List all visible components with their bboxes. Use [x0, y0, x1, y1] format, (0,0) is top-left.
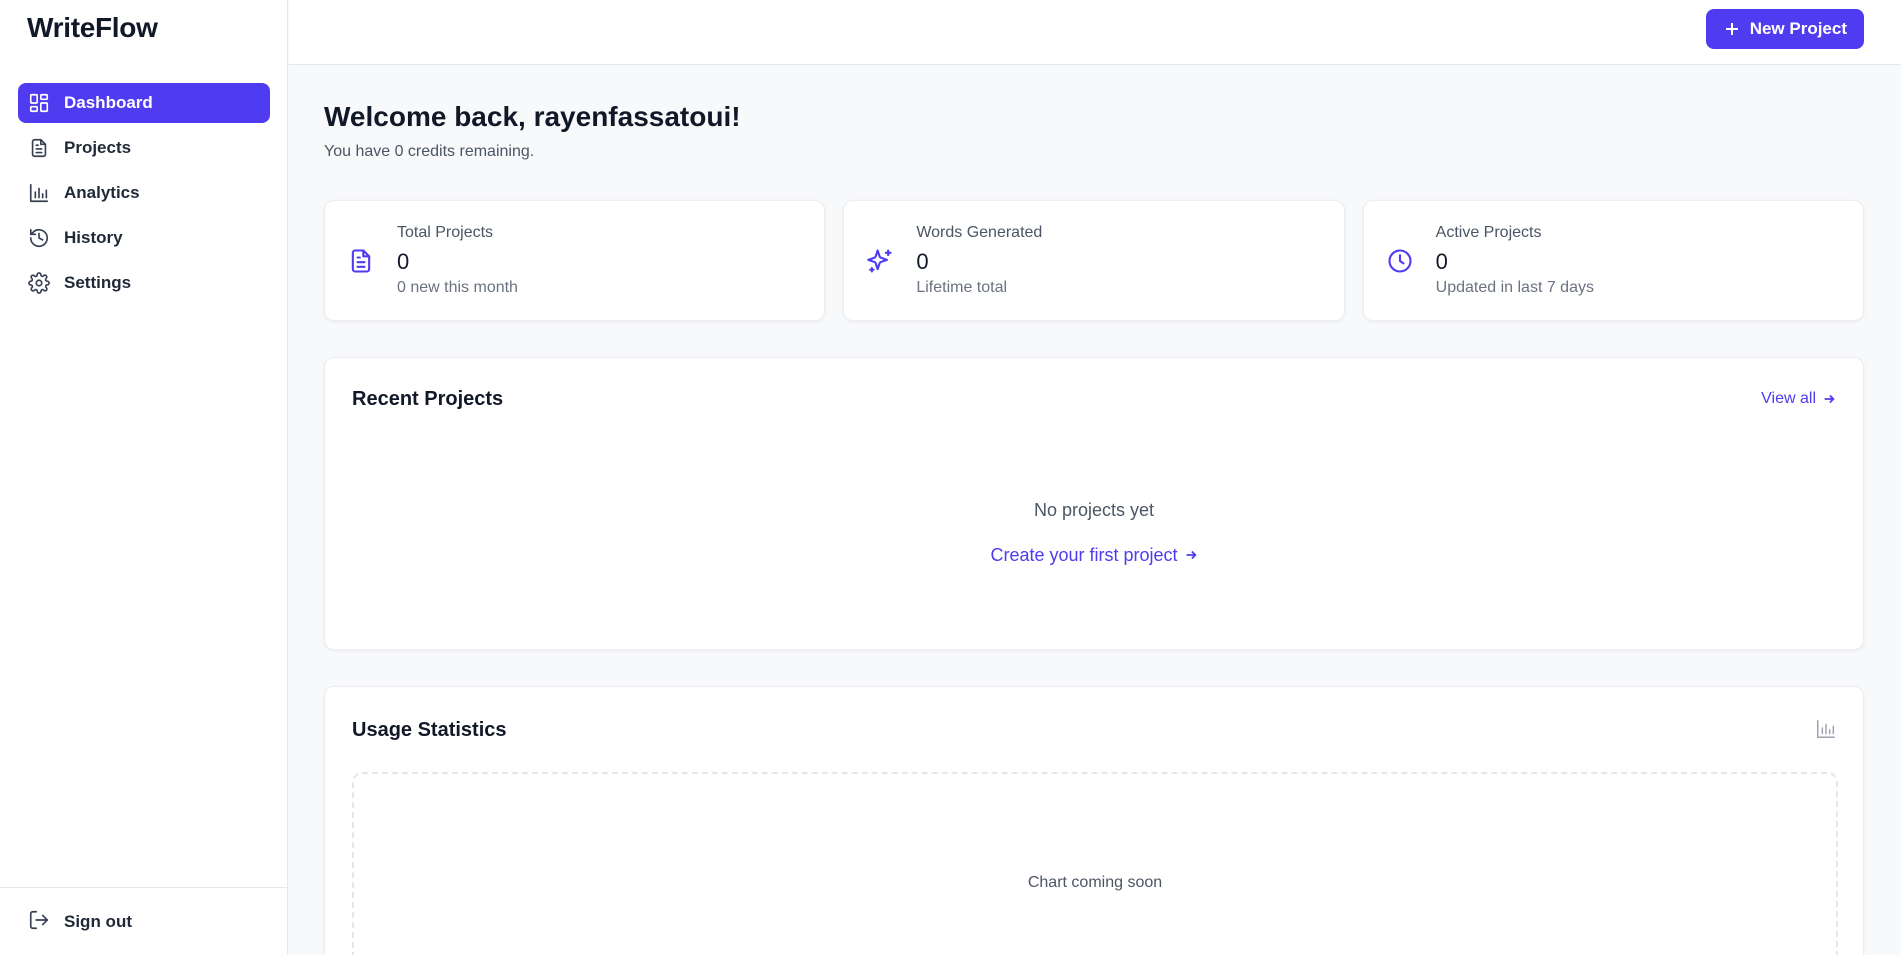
view-all-link[interactable]: View all	[1761, 390, 1836, 408]
sparkles-icon	[866, 247, 894, 275]
stat-label: Active Projects	[1435, 224, 1542, 241]
new-project-label: New Project	[1749, 19, 1847, 38]
sidebar-item-settings[interactable]: Settings	[18, 263, 270, 303]
bar-chart-icon	[28, 182, 50, 204]
gear-icon	[28, 272, 50, 294]
stat-card-active-projects: Active Projects 0 Updated in last 7 days	[1362, 200, 1864, 321]
sidebar-footer: Sign out	[0, 887, 288, 955]
sidebar-nav: Dashboard Projects Analytics History Set…	[18, 83, 270, 308]
chart-placeholder: Chart coming soon	[352, 772, 1838, 955]
sidebar-item-label: Settings	[64, 273, 132, 292]
bar-chart-icon	[1815, 718, 1837, 740]
page-title: Welcome back, rayenfassatoui!	[324, 101, 741, 132]
stat-value: 0	[916, 249, 929, 274]
sidebar-item-label: Analytics	[64, 183, 140, 202]
chart-placeholder-text: Chart coming soon	[1027, 874, 1163, 891]
sign-out-icon	[28, 909, 50, 936]
clock-icon	[1386, 247, 1414, 275]
sidebar-item-label: History	[64, 228, 123, 247]
topbar: New Project	[289, 0, 1901, 65]
arrow-right-icon	[1824, 394, 1835, 404]
create-first-project-label: Create your first project	[990, 545, 1178, 565]
stats-row: Total Projects 0 0 new this month Words …	[324, 200, 1864, 321]
stat-subtext: 0 new this month	[397, 279, 518, 296]
sidebar: WriteFlow Dashboard Projects Analytics H…	[0, 0, 288, 955]
sidebar-item-label: Projects	[64, 138, 132, 157]
sidebar-item-history[interactable]: History	[18, 218, 270, 258]
create-first-project-link[interactable]: Create your first project	[325, 545, 1863, 566]
document-icon	[347, 247, 375, 275]
stat-subtext: Lifetime total	[916, 279, 1008, 296]
dashboard-icon	[28, 92, 50, 114]
usage-statistics-panel: Usage Statistics Chart coming soon	[324, 686, 1864, 955]
stat-label: Words Generated	[916, 224, 1043, 241]
document-icon	[28, 137, 50, 159]
recent-projects-panel: Recent Projects View all No projects yet…	[324, 357, 1864, 650]
empty-state-text: No projects yet	[1033, 500, 1155, 520]
plus-icon	[1725, 23, 1738, 35]
stat-value: 0	[397, 249, 410, 274]
arrow-right-icon	[1186, 550, 1197, 560]
stat-value: 0	[1435, 249, 1448, 274]
recent-projects-title: Recent Projects	[352, 388, 504, 410]
new-project-button[interactable]: New Project	[1705, 9, 1864, 49]
view-all-label: View all	[1761, 390, 1816, 407]
sidebar-item-analytics[interactable]: Analytics	[18, 173, 270, 213]
sidebar-item-label: Dashboard	[64, 93, 153, 112]
sign-out-button[interactable]: Sign out	[28, 904, 132, 940]
sidebar-item-dashboard[interactable]: Dashboard	[18, 83, 270, 123]
history-icon	[28, 227, 50, 249]
brand-logo[interactable]: WriteFlow	[27, 12, 158, 44]
stat-subtext: Updated in last 7 days	[1435, 279, 1594, 296]
credits-text: You have 0 credits remaining.	[324, 143, 535, 160]
sign-out-label: Sign out	[64, 912, 132, 931]
stat-card-total-projects: Total Projects 0 0 new this month	[324, 200, 826, 321]
stat-label: Total Projects	[397, 224, 494, 241]
stat-card-words-generated: Words Generated 0 Lifetime total	[843, 200, 1345, 321]
usage-statistics-title: Usage Statistics	[352, 719, 507, 741]
sidebar-item-projects[interactable]: Projects	[18, 128, 270, 168]
